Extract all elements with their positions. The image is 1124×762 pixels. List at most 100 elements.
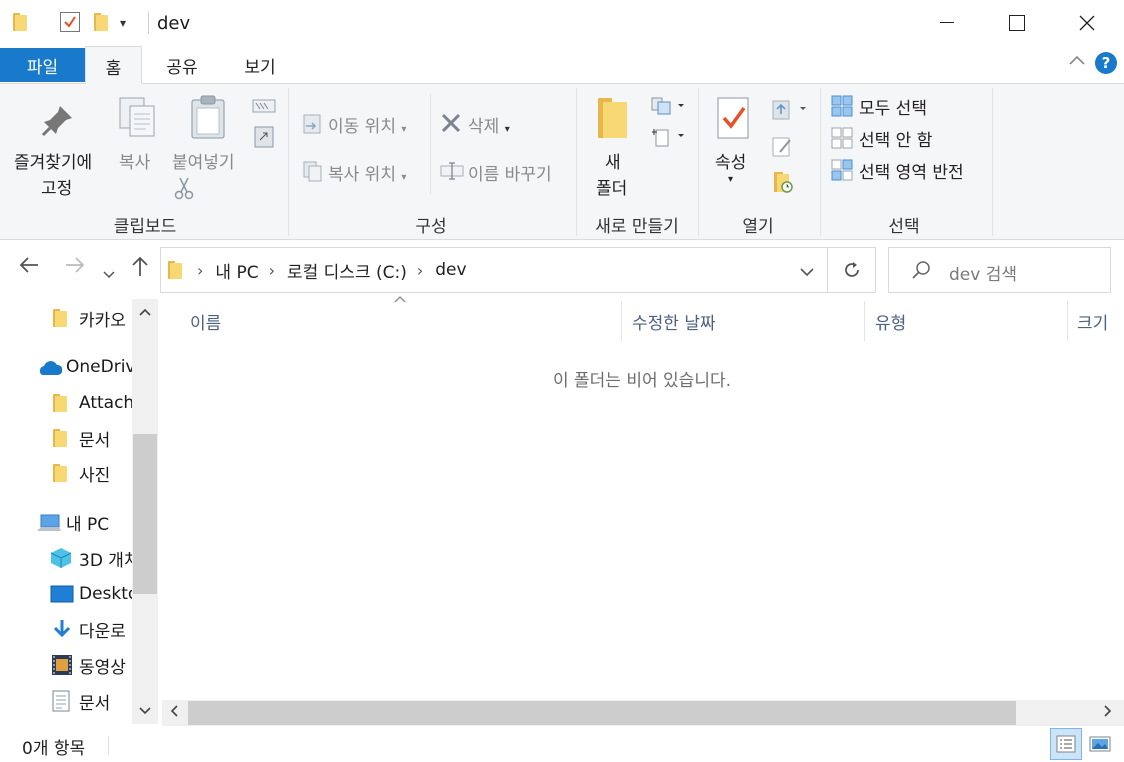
scroll-right-icon[interactable] — [1103, 703, 1113, 722]
properties-button[interactable]: 속성 — [715, 148, 746, 173]
paste-shortcut-icon[interactable] — [254, 124, 274, 152]
move-to-button[interactable]: 이동 위치 ▾ — [328, 112, 406, 137]
file-list[interactable]: 이름 수정한 날짜 유형 크기 이 폴더는 비어 있습니다. — [160, 296, 1124, 724]
search-box[interactable]: dev 검색 — [888, 247, 1111, 293]
rename-icon — [440, 160, 464, 186]
nav-pane-scrollbar[interactable] — [132, 299, 158, 724]
forward-button[interactable] — [64, 255, 86, 281]
large-icons-view-button[interactable] — [1084, 728, 1116, 760]
nav-item-pictures[interactable]: 사진 — [0, 456, 132, 490]
group-separator — [992, 88, 993, 236]
invert-selection-button[interactable]: 선택 영역 반전 — [859, 158, 964, 183]
up-button[interactable] — [131, 255, 149, 283]
group-separator — [430, 94, 431, 194]
pin-quick-access-label[interactable]: 즐겨찾기에 — [14, 148, 92, 173]
column-header-modified[interactable]: 수정한 날짜 — [632, 309, 716, 334]
horizontal-scroll-thumb[interactable] — [188, 701, 1016, 725]
delete-button[interactable]: 삭제 ▾ — [468, 112, 510, 137]
address-bar[interactable]: › 내 PC › 로컬 디스크 (C:) › dev — [160, 247, 828, 293]
select-none-icon — [831, 127, 853, 153]
customize-toolbar-icon[interactable]: ▾ — [120, 16, 126, 30]
group-separator — [698, 88, 699, 236]
recent-locations-icon[interactable] — [103, 261, 115, 286]
ribbon-home: 즐겨찾기에 고정 복사 붙여넣기 클립보드 이동 위치 ▾ 복사 위치 ▾ 삭제… — [0, 84, 1124, 240]
collapse-ribbon-icon[interactable] — [1068, 50, 1086, 71]
copy-button[interactable]: 복사 — [119, 148, 150, 173]
scroll-left-icon[interactable] — [169, 703, 179, 722]
chevron-right-icon[interactable]: › — [417, 261, 423, 280]
nav-item-label: 다운로 — [79, 621, 126, 642]
history-icon[interactable] — [772, 170, 794, 198]
tab-share[interactable]: 공유 — [150, 46, 214, 84]
column-header-size[interactable]: 크기 — [1077, 309, 1108, 334]
properties-dropdown-icon[interactable]: ▾ — [728, 174, 733, 185]
select-all-icon — [831, 95, 853, 121]
breadcrumb-dev[interactable]: dev — [435, 260, 466, 280]
properties-icon — [716, 96, 752, 144]
tab-view[interactable]: 보기 — [228, 46, 292, 84]
column-header-type[interactable]: 유형 — [875, 309, 906, 334]
maximize-button[interactable] — [982, 0, 1052, 46]
column-header-name[interactable]: 이름 — [190, 309, 221, 334]
nav-item-documents-onedrive[interactable]: 문서 — [0, 421, 132, 455]
address-dropdown-icon[interactable] — [799, 263, 815, 282]
copy-path-icon[interactable] — [252, 98, 276, 118]
new-folder-button-2[interactable]: 폴더 — [596, 174, 627, 199]
select-all-button[interactable]: 모두 선택 — [859, 94, 927, 119]
pin-quick-access-label-2[interactable]: 고정 — [41, 174, 72, 199]
new-folder-button[interactable]: 새 — [605, 148, 621, 173]
rename-button[interactable]: 이름 바꾸기 — [468, 160, 552, 185]
tab-file[interactable]: 파일 — [0, 48, 85, 82]
folder-icon — [52, 393, 68, 413]
chevron-right-icon[interactable]: › — [197, 261, 203, 280]
close-button[interactable] — [1052, 0, 1122, 46]
nav-pane-scroll-thumb[interactable] — [133, 434, 157, 594]
breadcrumb-local-disk[interactable]: 로컬 디스크 (C:) — [287, 258, 407, 283]
navigation-bar: › 내 PC › 로컬 디스크 (C:) › dev dev 검색 — [0, 241, 1124, 299]
select-none-button[interactable]: 선택 안 함 — [859, 126, 932, 151]
chevron-right-icon[interactable]: › — [269, 261, 275, 280]
nav-item-downloads[interactable]: 다운로 — [0, 612, 132, 646]
open-icon[interactable] — [772, 98, 808, 126]
scroll-down-icon[interactable] — [132, 704, 158, 720]
help-icon[interactable]: ? — [1095, 52, 1117, 74]
nav-item-this-pc[interactable]: 내 PC — [0, 505, 132, 539]
onedrive-icon — [36, 360, 62, 376]
nav-item-kakao[interactable]: 카카오 — [0, 301, 132, 335]
breadcrumb-this-pc[interactable]: 내 PC — [215, 258, 258, 283]
clipboard-group-label: 클립보드 — [113, 217, 177, 237]
back-button[interactable] — [18, 255, 40, 281]
paste-button[interactable]: 붙여넣기 — [172, 148, 235, 173]
easy-access-icon[interactable] — [650, 126, 686, 152]
details-view-button[interactable] — [1050, 728, 1082, 760]
nav-item-attach[interactable]: Attach — [0, 386, 132, 420]
column-separator[interactable] — [864, 301, 865, 341]
nav-item-documents[interactable]: 문서 — [0, 684, 132, 718]
minimize-button[interactable] — [912, 0, 982, 46]
title-separator — [148, 12, 149, 34]
scroll-up-icon[interactable] — [132, 305, 158, 321]
nav-item-onedrive[interactable]: OneDriv — [0, 350, 132, 384]
edit-icon[interactable] — [772, 136, 794, 162]
new-item-icon[interactable] — [650, 96, 686, 120]
paste-icon — [190, 94, 226, 144]
sort-ascending-icon — [393, 291, 407, 307]
nav-item-label: 내 PC — [66, 514, 110, 535]
new-folder-quick-icon[interactable] — [93, 12, 109, 32]
tab-home[interactable]: 홈 — [85, 46, 142, 85]
nav-item-label: Deskto — [79, 584, 132, 604]
column-separator[interactable] — [621, 301, 622, 341]
invert-selection-icon — [831, 159, 853, 185]
properties-quick-icon[interactable] — [60, 12, 80, 32]
nav-item-3d-objects[interactable]: 3D 개처 — [0, 541, 132, 575]
copy-to-button[interactable]: 복사 위치 ▾ — [328, 160, 406, 185]
refresh-button[interactable] — [828, 247, 876, 293]
nav-item-label: 3D 개처 — [79, 550, 132, 571]
search-input[interactable]: dev 검색 — [949, 260, 1017, 285]
nav-item-desktop[interactable]: Deskto — [0, 577, 132, 611]
cut-icon[interactable] — [174, 176, 194, 204]
horizontal-scrollbar[interactable] — [162, 700, 1124, 726]
nav-item-videos[interactable]: 동영상 — [0, 648, 132, 682]
open-group-label: 열기 — [742, 217, 774, 237]
column-separator[interactable] — [1067, 301, 1068, 341]
